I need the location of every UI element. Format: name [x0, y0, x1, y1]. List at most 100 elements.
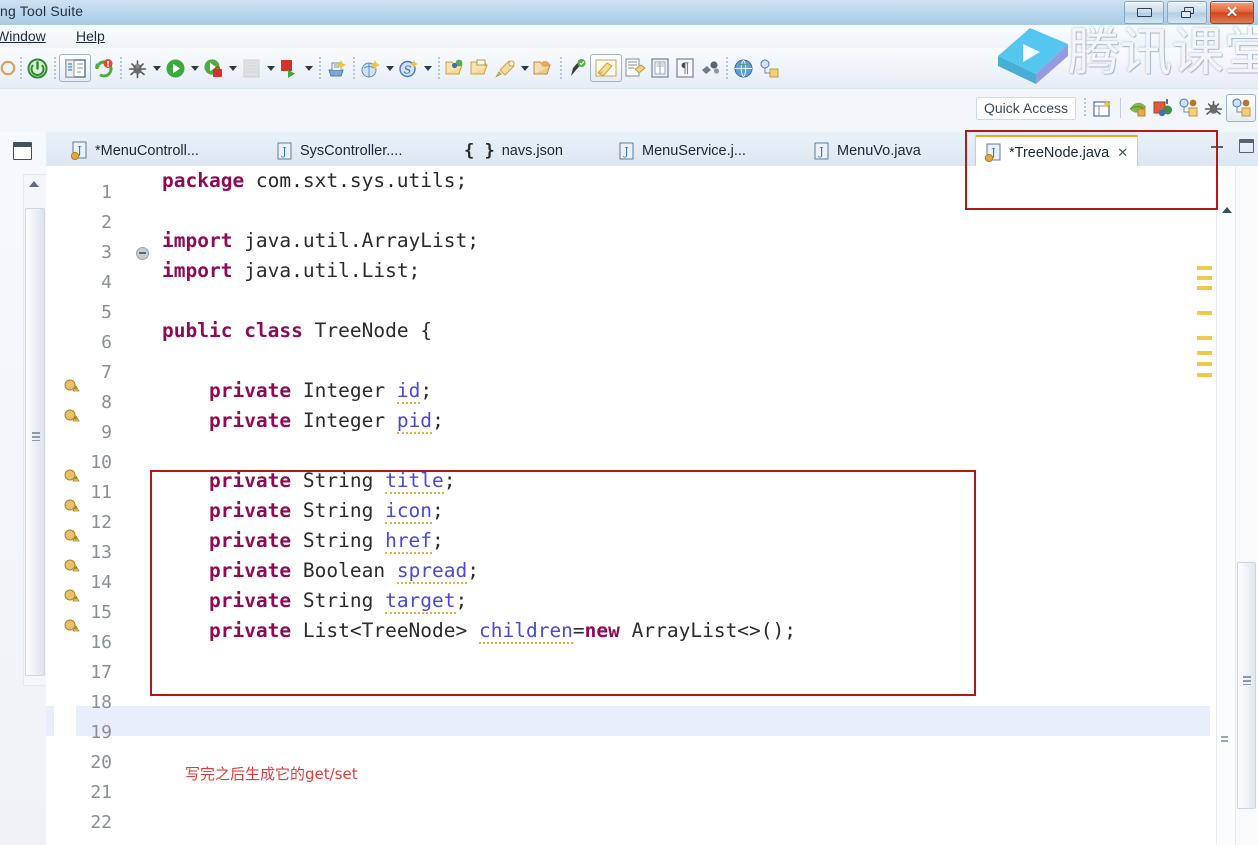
line-number: 10 [90, 452, 112, 473]
editor-area: J *MenuControll... J SysController.... {… [0, 132, 1258, 845]
menu-help[interactable]: Help [76, 28, 105, 44]
mark-icon[interactable] [622, 53, 647, 83]
close-button[interactable]: ✕ [1210, 1, 1254, 24]
run-coverage-icon[interactable] [201, 53, 226, 83]
line-number: 11 [90, 482, 112, 503]
left-scrollbar-grip [32, 432, 40, 441]
line-number: 19 [90, 722, 112, 743]
overview-warning-marker [1197, 373, 1212, 377]
editor-scrollbar-thumb[interactable] [1237, 562, 1256, 809]
terminate-icon[interactable] [0, 53, 16, 83]
tab-divider [966, 139, 967, 160]
search-dropdown-icon[interactable] [518, 53, 531, 83]
toggle-markoccurrences-icon[interactable] [590, 54, 622, 82]
server-icon[interactable] [239, 53, 264, 83]
line-number: 3 [101, 242, 112, 263]
code-line-14: private Boolean spread; [208, 559, 480, 584]
open-type-icon[interactable] [443, 53, 468, 83]
window-title: ng Tool Suite [0, 3, 84, 19]
svg-text:J: J [281, 145, 286, 158]
minimize-icon [1211, 146, 1223, 148]
line-number: 22 [90, 812, 112, 833]
code-editor[interactable]: 1 2 3 4 5 6 7 8 9 10 11 12 13 14 15 16 1… [46, 166, 1258, 845]
open-perspective-icon[interactable] [59, 54, 91, 82]
run-dropdown-icon[interactable] [188, 53, 201, 83]
search-icon[interactable] [493, 53, 518, 83]
gutter-annotation-column[interactable] [54, 166, 80, 845]
toolbar-separator [16, 53, 25, 83]
editor-tab-menucontroller[interactable]: J *MenuControll... [62, 135, 208, 166]
svg-text:S: S [404, 63, 412, 76]
open-resource-icon[interactable] [468, 53, 493, 83]
server-dropdown-icon[interactable] [264, 53, 277, 83]
code-line-13: private String href; [208, 529, 444, 554]
editor-tab-treenode[interactable]: J *TreeNode.java ✕ [975, 135, 1139, 168]
restore-view-icon[interactable] [13, 142, 32, 160]
code-line-1: package com.sxt.sys.utils; [162, 169, 468, 192]
editor-tab-navsjson[interactable]: { } navs.json [455, 135, 572, 166]
debug-icon[interactable] [125, 53, 150, 83]
overview-warning-marker [1197, 336, 1212, 340]
pilcrow-icon[interactable]: ¶ [672, 53, 697, 83]
spring-perspective-icon[interactable] [1126, 93, 1151, 123]
menu-window[interactable]: Window [0, 28, 46, 44]
close-icon[interactable]: ✕ [1117, 145, 1128, 161]
open-perspective-icon[interactable] [1090, 93, 1115, 123]
globe-icon[interactable] [731, 53, 756, 83]
java-browsing-perspective-icon[interactable] [1226, 94, 1256, 122]
minimize-editor-button[interactable] [1211, 138, 1225, 154]
editor-tab-label: SysController.... [300, 142, 403, 159]
java-perspective-toolbar-icon[interactable] [756, 53, 781, 83]
code-text[interactable]: package com.sxt.sys.utils; import java.u… [132, 166, 1232, 845]
overview-warning-marker [1197, 286, 1212, 290]
link-icon[interactable] [697, 53, 722, 83]
editor-window-controls [1211, 138, 1254, 154]
java-perspective-icon[interactable] [1176, 93, 1201, 123]
scroll-up-arrow-icon[interactable] [29, 181, 39, 187]
new-wizard-icon[interactable] [358, 53, 383, 83]
book-icon[interactable] [647, 53, 672, 83]
menu-window-label: Window [0, 28, 46, 44]
pin-icon[interactable] [565, 53, 590, 83]
stop-server-icon[interactable] [277, 53, 302, 83]
coverage-dropdown-icon[interactable] [226, 53, 239, 83]
new-spring-project-icon[interactable] [324, 53, 349, 83]
editor-tab-label: navs.json [501, 142, 563, 159]
restore-button[interactable] [1167, 1, 1207, 24]
java-ee-perspective-icon[interactable] [1151, 93, 1176, 123]
spring-dropdown-icon[interactable] [421, 53, 434, 83]
editor-scrollbar-track[interactable] [1235, 166, 1258, 845]
title-bar: ng Tool Suite ✕ [0, 0, 1258, 26]
line-number: 6 [101, 332, 112, 353]
power-icon[interactable] [25, 53, 50, 83]
editor-tab-menuservice[interactable]: J MenuService.j... [610, 135, 755, 166]
quick-access-input[interactable]: Quick Access [975, 96, 1076, 120]
line-number: 13 [90, 542, 112, 563]
quick-access-divider [1120, 98, 1121, 118]
maximize-icon [1239, 139, 1254, 153]
scroll-up-arrow-icon[interactable] [1222, 207, 1232, 213]
refresh-icon[interactable] [91, 53, 116, 83]
svg-text:J: J [818, 145, 823, 158]
run-icon[interactable] [163, 53, 188, 83]
window-controls: ✕ [1124, 1, 1254, 24]
debug-dropdown-icon[interactable] [150, 53, 163, 83]
stop-dropdown-icon[interactable] [302, 53, 315, 83]
open-task-icon[interactable] [531, 53, 556, 83]
left-rail [0, 132, 47, 845]
java-file-icon: J [277, 142, 293, 160]
line-number: 20 [90, 752, 112, 773]
toolbar-separator [116, 53, 125, 83]
editor-tab-menuvo[interactable]: J MenuVo.java [805, 135, 930, 166]
debug-perspective-icon[interactable] [1201, 93, 1226, 123]
editor-tab-label: MenuVo.java [837, 142, 921, 159]
sts-window: ng Tool Suite ✕ Window Help S ¶ 腾讯课堂 Qui… [0, 0, 1258, 845]
line-number: 17 [90, 662, 112, 683]
new-wizard-dropdown-icon[interactable] [383, 53, 396, 83]
left-scrollbar-thumb[interactable] [25, 208, 45, 676]
maximize-editor-button[interactable] [1239, 139, 1254, 153]
spring-boot-icon[interactable]: S [396, 53, 421, 83]
editor-tab-syscontroller[interactable]: J SysController.... [268, 135, 411, 166]
line-number: 1 [101, 182, 112, 203]
minimize-button[interactable] [1124, 1, 1164, 24]
